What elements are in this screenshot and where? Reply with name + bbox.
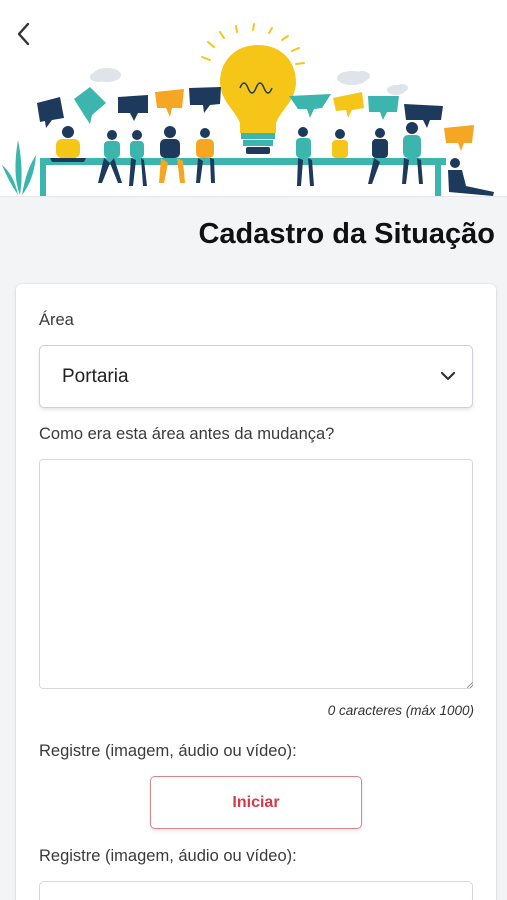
resize-grip-icon[interactable] (467, 682, 473, 688)
before-change-textarea[interactable] (39, 459, 473, 689)
situation-form-card: Área Portaria Como era esta área antes d… (16, 284, 496, 900)
area-label: Área (39, 311, 74, 329)
register-media-label: Registre (imagem, áudio ou vídeo): (39, 742, 297, 760)
chevron-down-icon (440, 371, 456, 381)
area-select-value: Portaria (62, 365, 129, 387)
team-ideas-illustration (2, 23, 494, 196)
header-banner (0, 0, 507, 197)
before-change-label: Como era esta área antes da mudança? (39, 425, 335, 443)
chevron-left-icon (17, 22, 30, 46)
start-recording-button[interactable]: Iniciar (150, 776, 362, 829)
character-counter: 0 caracteres (máx 1000) (327, 703, 474, 718)
area-select[interactable]: Portaria (39, 345, 473, 408)
media-upload-field[interactable] (39, 881, 473, 900)
page-title: Cadastro da Situação (198, 218, 495, 250)
back-button[interactable] (8, 16, 40, 52)
register-media-label-2: Registre (imagem, áudio ou vídeo): (39, 847, 297, 865)
